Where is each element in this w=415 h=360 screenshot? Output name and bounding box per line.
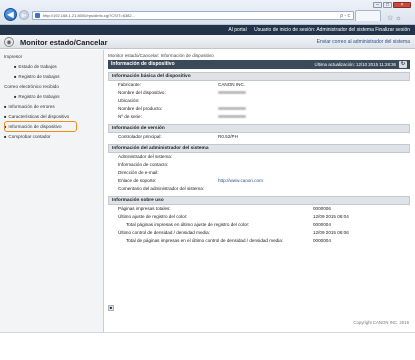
mail-admin-link[interactable]: Enviar correo al administrador del siste… [317,39,410,45]
info-row: Último ajuste de registro del color: 12/0… [118,214,349,219]
bullet-icon: ■ [14,64,17,69]
scroll-top-icon[interactable]: ■ [108,305,114,311]
browser-toolbar: ◀ ▶ http://192.168.1.21:8000/rps/dinfo.c… [0,0,415,25]
address-bar[interactable]: http://192.168.1.21:8000/rps/dinfo.cgi?C… [32,11,354,20]
support-link[interactable]: http://www.canon.com [218,177,263,185]
info-row: Ubicación: [118,98,140,103]
section-version-info: Información de versión [108,124,410,133]
redacted-value [218,91,246,94]
favorites-tools-icon[interactable]: ☆ ☼ [387,14,402,22]
bullet-icon: ■ [4,114,7,119]
section-basic-info: Información básica del dispositivo [108,72,410,81]
info-row: Último control de densidad / densidad me… [118,230,349,235]
info-row: Nº de serie: [108,113,410,121]
address-controls[interactable]: ρ - c [340,13,350,19]
title-bar: ◉ Monitor estado/Cancelar Enviar correo … [0,35,415,49]
close-icon[interactable]: × [393,2,411,8]
breadcrumb: Monitor estado/Cancelar: Información de … [108,53,214,58]
back-arrow-icon[interactable]: ◀ [4,8,17,21]
main-content: Monitor estado/Cancelar: Información de … [108,51,410,245]
portal-link[interactable]: Al portal [228,27,246,33]
selected-item-highlight [4,121,77,132]
info-row: Información de contacto: [118,162,169,167]
bullet-icon: ■ [14,94,17,99]
info-row: Comentario del administrador del sistema… [118,186,205,191]
info-row: Páginas impresas totales: 0000006 [118,206,331,211]
minimize-icon[interactable]: – [373,2,382,8]
page-title: Monitor estado/Cancelar [20,38,108,47]
bullet-icon: ■ [4,104,7,109]
section-usage-info: Información sobre uso [108,196,410,205]
forward-arrow-icon[interactable]: ▶ [19,10,29,20]
info-row: Nombre del producto: [108,105,410,113]
info-row: Total páginas impresas en último ajuste … [126,222,331,227]
info-row: Controlador principal: R0.52/PH [118,134,238,139]
page-favicon-icon [35,13,40,18]
monitor-status-icon: ◉ [4,37,14,47]
sidebar-item-job-status[interactable]: ■ Estado de trabajos [0,62,103,72]
info-row: Fabricante: CANON INC. [118,82,246,87]
info-row: Enlace de soporte: http://www.canon.com [118,177,263,185]
info-row: Total de páginas impresas en el último c… [126,238,331,243]
status-bar [0,332,415,360]
bullet-icon: ■ [4,134,7,139]
maximize-icon[interactable]: □ [383,2,392,8]
panel-title: Información de dispositivo [111,61,175,67]
sidebar: Impresor ■ Estado de trabajos ■ Registro d… [0,50,104,332]
browser-tab[interactable] [355,10,381,21]
redacted-value [218,107,246,110]
last-update: Última actualización: 12/10 2015 11:28:3… [314,62,396,67]
sidebar-item-received-email[interactable]: Correo electrónico recibido [0,82,103,92]
redacted-value [218,115,246,118]
refresh-icon[interactable]: ↻ [399,61,407,68]
bullet-icon: ■ [14,74,17,79]
info-row: Nombre del dispositivo: [108,89,410,97]
panel-header: Información de dispositivo Última actual… [108,60,410,69]
info-row: Dirección de e-mail: [118,170,159,175]
login-info[interactable]: Usuario de inicio de sesión: Administrad… [254,27,410,33]
section-admin-info: Información del administrador del sistem… [108,144,410,153]
sidebar-item-printer[interactable]: Impresor [0,52,103,62]
info-row: Administrador del sistema: [118,154,173,159]
copyright: Copyright CANON INC. 2016 [353,320,409,325]
sidebar-item-error-info[interactable]: ■ Información de errores [0,102,103,112]
sidebar-item-email-log[interactable]: ■ Registro de trabajos [0,92,103,102]
user-bar: Al portal Usuario de inicio de sesión: A… [0,25,415,35]
sidebar-item-check-counter[interactable]: ■ Comprobar contador [0,132,103,142]
sidebar-item-job-log[interactable]: ■ Registro de trabajos [0,72,103,82]
address-url: http://192.168.1.21:8000/rps/dinfo.cgi?C… [43,13,135,18]
